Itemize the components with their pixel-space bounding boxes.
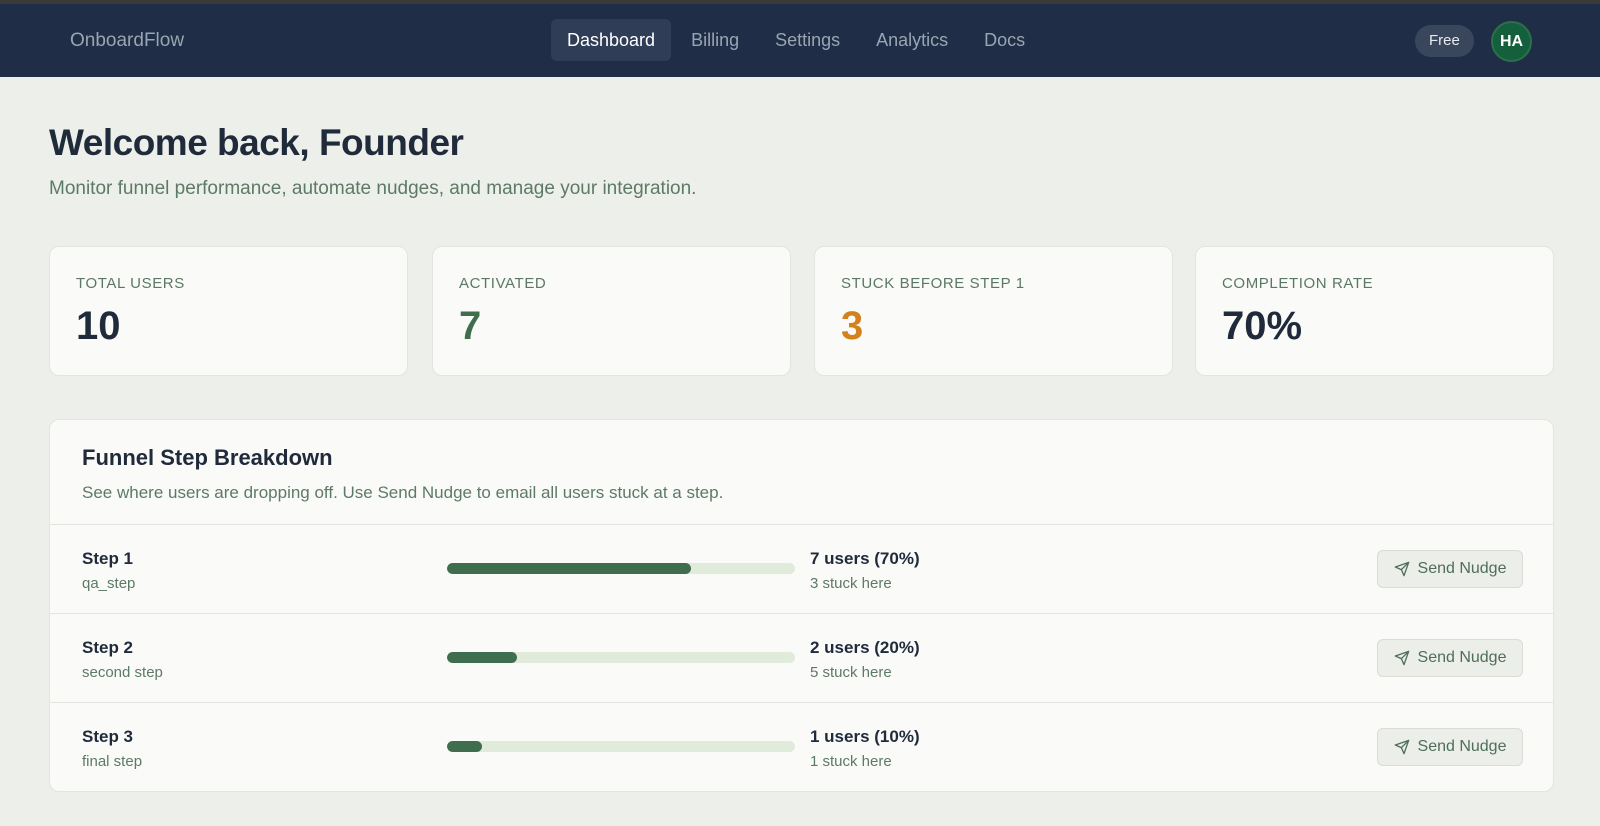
page-title: Welcome back, Founder <box>49 122 464 163</box>
stat-label: STUCK BEFORE STEP 1 <box>841 275 1025 292</box>
stat-value: 10 <box>76 304 121 348</box>
step-user-count: 2 users (20%) <box>810 638 920 657</box>
stat-value: 3 <box>841 304 864 348</box>
page-subtitle: Monitor funnel performance, automate nud… <box>49 178 697 199</box>
funnel-description: See where users are dropping off. Use Se… <box>82 483 724 502</box>
main-nav: Dashboard Billing Settings Analytics Doc… <box>551 19 1045 61</box>
stat-label: ACTIVATED <box>459 275 547 292</box>
step-key: qa_step <box>82 575 136 592</box>
brand-logo-text[interactable]: OnboardFlow <box>70 30 184 52</box>
nav-tab-docs[interactable]: Docs <box>968 19 1041 61</box>
send-nudge-button[interactable]: Send Nudge <box>1377 639 1523 677</box>
top-navbar: OnboardFlow Dashboard Billing Settings A… <box>0 4 1600 77</box>
stat-label: COMPLETION RATE <box>1222 275 1374 292</box>
send-icon <box>1394 561 1409 577</box>
step-user-count: 1 users (10%) <box>810 727 920 746</box>
funnel-title: Funnel Step Breakdown <box>82 445 333 470</box>
user-avatar[interactable]: HA <box>1491 21 1532 62</box>
step-name: Step 3 <box>82 727 134 746</box>
funnel-step-row: Step 1 qa_step 7 users (70%) 3 stuck her… <box>50 525 1553 614</box>
stat-card-stuck-before-step-1: STUCK BEFORE STEP 1 3 <box>814 246 1173 376</box>
step-progress-bar <box>447 741 795 752</box>
plan-badge: Free <box>1415 25 1474 57</box>
step-progress-fill <box>447 563 691 574</box>
step-name: Step 2 <box>82 638 134 657</box>
step-stuck-count: 3 stuck here <box>810 575 892 592</box>
step-stuck-count: 5 stuck here <box>810 664 892 681</box>
step-stuck-count: 1 stuck here <box>810 753 892 770</box>
nav-tab-settings[interactable]: Settings <box>759 19 856 61</box>
send-nudge-label: Send Nudge <box>1417 560 1507 577</box>
stat-value: 70% <box>1222 304 1303 348</box>
step-key: second step <box>82 664 163 681</box>
send-nudge-button[interactable]: Send Nudge <box>1377 728 1523 766</box>
send-icon <box>1394 739 1409 755</box>
funnel-header: Funnel Step Breakdown See where users ar… <box>50 420 1553 525</box>
funnel-step-row: Step 3 final step 1 users (10%) 1 stuck … <box>50 703 1553 791</box>
step-user-count: 7 users (70%) <box>810 549 920 568</box>
step-progress-fill <box>447 652 517 663</box>
send-nudge-label: Send Nudge <box>1417 738 1507 755</box>
nav-tab-billing[interactable]: Billing <box>675 19 755 61</box>
stat-card-total-users: TOTAL USERS 10 <box>49 246 408 376</box>
step-progress-bar <box>447 563 795 574</box>
send-nudge-label: Send Nudge <box>1417 649 1507 666</box>
stat-value: 7 <box>459 304 482 348</box>
nav-tab-dashboard[interactable]: Dashboard <box>551 19 672 61</box>
step-key: final step <box>82 753 143 770</box>
send-nudge-button[interactable]: Send Nudge <box>1377 550 1523 588</box>
send-icon <box>1394 650 1409 666</box>
stat-label: TOTAL USERS <box>76 275 185 292</box>
stat-card-completion-rate: COMPLETION RATE 70% <box>1195 246 1554 376</box>
step-progress-fill <box>447 741 482 752</box>
funnel-step-row: Step 2 second step 2 users (20%) 5 stuck… <box>50 614 1553 703</box>
stat-card-activated: ACTIVATED 7 <box>432 246 791 376</box>
funnel-breakdown-card: Funnel Step Breakdown See where users ar… <box>49 419 1554 792</box>
step-progress-bar <box>447 652 795 663</box>
step-name: Step 1 <box>82 549 134 568</box>
nav-tab-analytics[interactable]: Analytics <box>860 19 964 61</box>
